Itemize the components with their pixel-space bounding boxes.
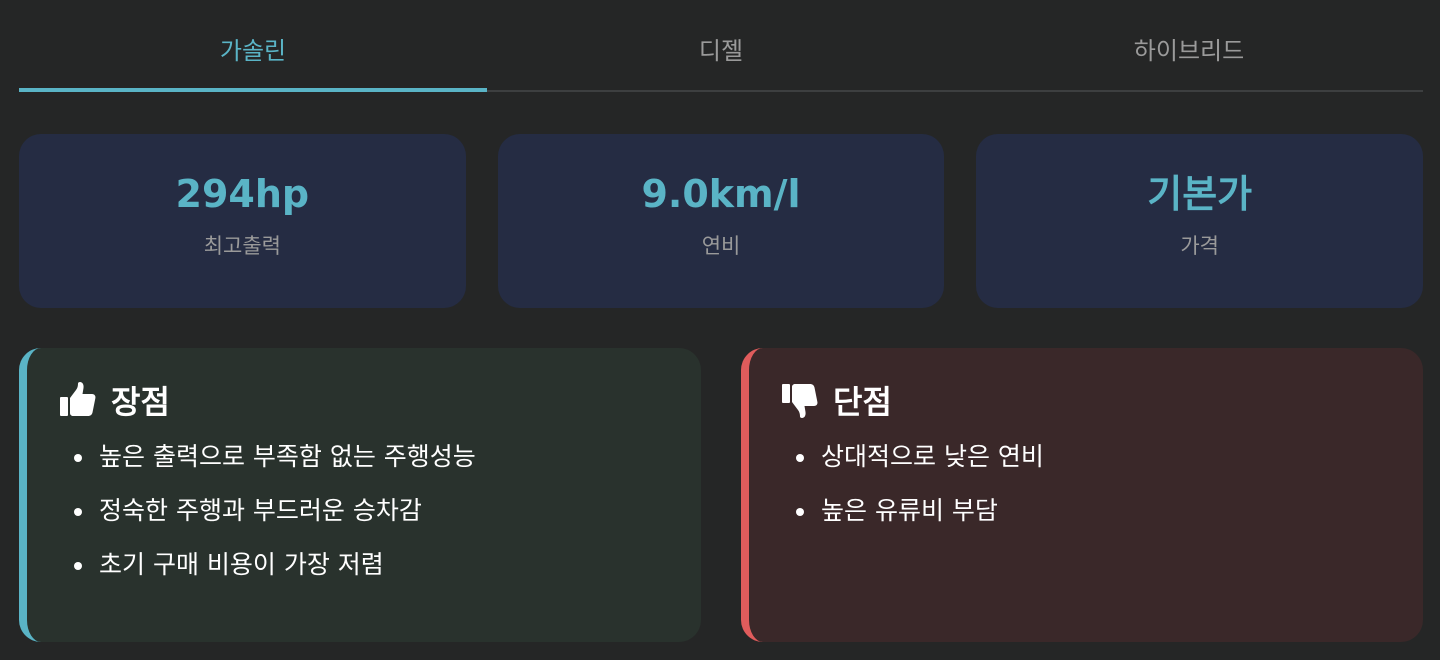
- list-item: 높은 출력으로 부족함 없는 주행성능: [59, 438, 701, 492]
- pros-title-text: 장점: [111, 383, 170, 421]
- pros-cons: 장점 높은 출력으로 부족함 없는 주행성능 정숙한 주행과 부드러운 승차감 …: [19, 348, 1423, 642]
- stat-value: 기본가: [1147, 172, 1253, 216]
- tab-label: 하이브리드: [1133, 37, 1245, 65]
- spec-stats: 294hp 최고출력 9.0km/l 연비 기본가 가격: [19, 134, 1424, 308]
- cons-panel: 단점 상대적으로 낮은 연비 높은 유류비 부담: [741, 348, 1423, 642]
- cons-title: 단점: [781, 376, 1423, 424]
- tab-gasoline[interactable]: 가솔린: [19, 0, 487, 92]
- list-item: 높은 유류비 부담: [781, 492, 1423, 546]
- stat-card-fuel-economy: 9.0km/l 연비: [497, 134, 945, 308]
- stat-card-price: 기본가 가격: [976, 134, 1424, 308]
- stat-label: 최고출력: [203, 234, 281, 258]
- cons-list: 상대적으로 낮은 연비 높은 유류비 부담: [781, 438, 1423, 546]
- stat-value: 294hp: [175, 172, 310, 216]
- pros-title: 장점: [59, 376, 701, 424]
- thumbs-up-icon: [59, 381, 97, 419]
- tab-label: 디젤: [698, 37, 744, 65]
- thumbs-down-icon: [781, 381, 819, 419]
- stat-value: 9.0km/l: [641, 172, 801, 216]
- stat-label: 가격: [1180, 234, 1219, 258]
- tab-label: 가솔린: [219, 37, 287, 65]
- tab-hybrid[interactable]: 하이브리드: [955, 0, 1423, 90]
- stat-card-power: 294hp 최고출력: [19, 134, 466, 308]
- list-item: 정숙한 주행과 부드러운 승차감: [59, 492, 701, 546]
- pros-list: 높은 출력으로 부족함 없는 주행성능 정숙한 주행과 부드러운 승차감 초기 …: [59, 438, 701, 600]
- list-item: 초기 구매 비용이 가장 저렴: [59, 546, 701, 600]
- pros-panel: 장점 높은 출력으로 부족함 없는 주행성능 정숙한 주행과 부드러운 승차감 …: [19, 348, 701, 642]
- cons-title-text: 단점: [833, 383, 892, 421]
- tab-diesel[interactable]: 디젤: [487, 0, 955, 90]
- stat-label: 연비: [701, 234, 741, 258]
- list-item: 상대적으로 낮은 연비: [781, 438, 1423, 492]
- fuel-type-comparison: 가솔린 디젤 하이브리드 294hp 최고출력 9.0km/l 연비 기본가 가…: [0, 0, 1440, 660]
- fuel-type-tabs: 가솔린 디젤 하이브리드: [19, 0, 1423, 92]
